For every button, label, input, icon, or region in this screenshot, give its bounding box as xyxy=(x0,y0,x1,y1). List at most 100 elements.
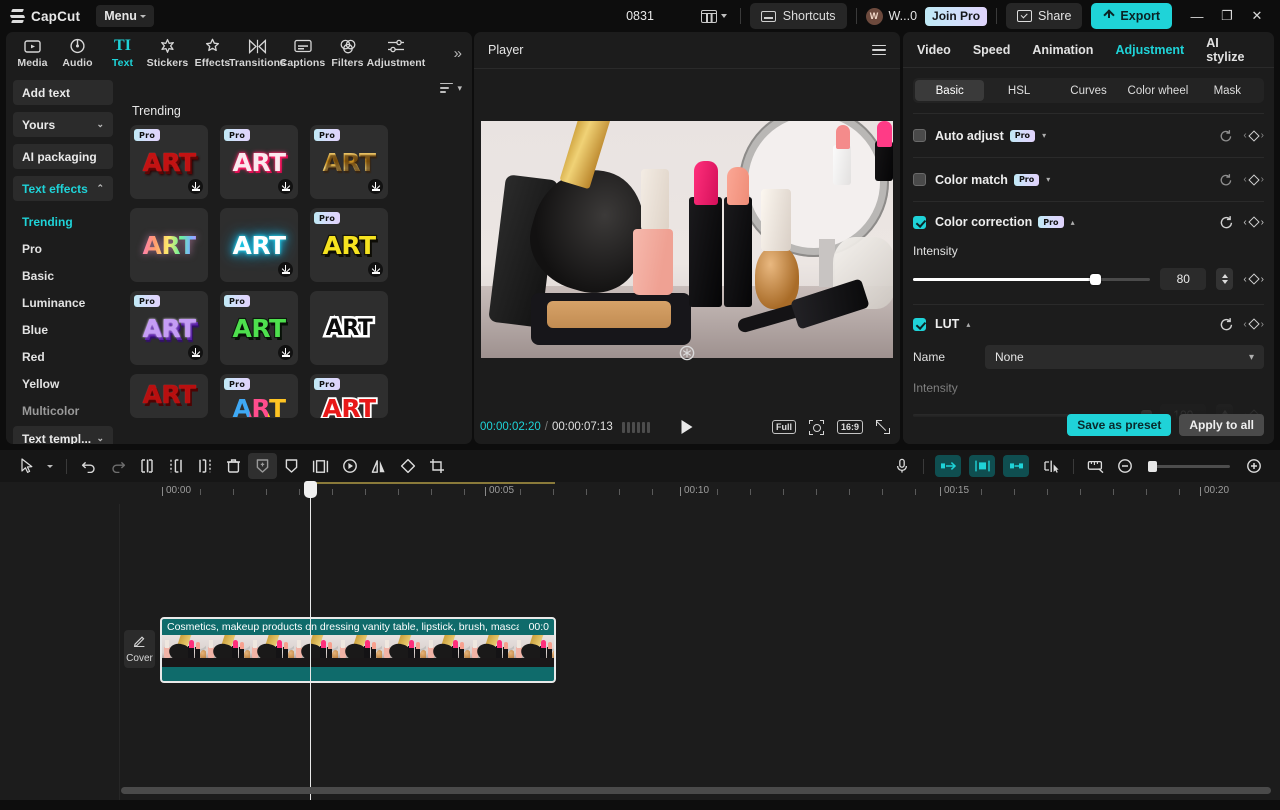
prev-keyframe-icon[interactable]: ‹ xyxy=(1243,130,1246,141)
sidebar-item-multicolor[interactable]: Multicolor xyxy=(13,397,113,424)
join-pro-button[interactable]: Join Pro xyxy=(925,7,987,26)
cover-button[interactable]: Cover xyxy=(124,630,155,668)
keyframe-icon[interactable] xyxy=(1248,273,1259,284)
export-button[interactable]: Export xyxy=(1091,3,1172,29)
save-as-preset-button[interactable]: Save as preset xyxy=(1067,414,1171,436)
rotate-clip-icon[interactable] xyxy=(393,453,422,479)
reverse-icon[interactable] xyxy=(335,453,364,479)
fullscreen-icon[interactable] xyxy=(876,420,890,434)
reset-icon[interactable] xyxy=(1219,173,1233,187)
subtab-curves[interactable]: Curves xyxy=(1054,80,1123,101)
download-icon[interactable] xyxy=(278,262,293,277)
chevron-down-icon[interactable]: ▾ xyxy=(457,83,462,94)
keyframe-icon[interactable] xyxy=(1248,130,1259,141)
effect-card-rainbow[interactable]: ART xyxy=(130,208,208,282)
download-icon[interactable] xyxy=(368,262,383,277)
tab-speed[interactable]: Speed xyxy=(973,43,1011,57)
next-keyframe-icon[interactable]: › xyxy=(1261,274,1264,285)
avatar[interactable]: W xyxy=(866,8,883,25)
select-cursor-icon[interactable] xyxy=(12,453,41,479)
keyframe-control[interactable]: ‹ › xyxy=(1243,174,1264,185)
tab-text[interactable]: TI Text xyxy=(100,37,145,69)
crop-icon[interactable] xyxy=(422,453,451,479)
prev-keyframe-icon[interactable]: ‹ xyxy=(1243,319,1246,330)
download-icon[interactable] xyxy=(188,179,203,194)
chevron-down-icon[interactable]: ▾ xyxy=(1042,131,1046,140)
tab-adjustment[interactable]: Adjustment xyxy=(370,37,422,69)
effect-card-red-3d[interactable]: Pro ART xyxy=(130,125,208,199)
effect-card-green[interactable]: Pro ART xyxy=(220,291,298,365)
ruler-zoom-icon[interactable] xyxy=(1081,453,1110,479)
reset-icon[interactable] xyxy=(1219,129,1233,143)
subtab-basic[interactable]: Basic xyxy=(915,80,984,101)
timeline-area[interactable]: 00:00 00:05 00:10 00:15 00:20 xyxy=(0,482,1280,800)
effect-card-yellow[interactable]: Pro ART xyxy=(310,208,388,282)
flip-icon[interactable] xyxy=(364,453,393,479)
sidebar-item-pro[interactable]: Pro xyxy=(13,235,113,262)
microphone-icon[interactable] xyxy=(887,453,916,479)
chevron-down-icon[interactable]: ▾ xyxy=(1046,175,1050,184)
tab-stickers[interactable]: Stickers xyxy=(145,37,190,69)
minimize-button[interactable]: — xyxy=(1182,2,1212,30)
ai-packaging-category[interactable]: AI packaging xyxy=(13,144,113,169)
prev-keyframe-icon[interactable]: ‹ xyxy=(1243,217,1246,228)
sidebar-item-red[interactable]: Red xyxy=(13,343,113,370)
subtab-hsl[interactable]: HSL xyxy=(984,80,1053,101)
tab-captions[interactable]: Captions xyxy=(280,37,325,69)
zoom-slider-handle[interactable] xyxy=(1148,461,1157,472)
redo-icon[interactable] xyxy=(103,453,132,479)
tab-video[interactable]: Video xyxy=(917,43,951,57)
apply-to-all-button[interactable]: Apply to all xyxy=(1179,414,1264,436)
sidebar-item-luminance[interactable]: Luminance xyxy=(13,289,113,316)
maximize-button[interactable]: ❐ xyxy=(1212,2,1242,30)
sidebar-item-blue[interactable]: Blue xyxy=(13,316,113,343)
next-keyframe-icon[interactable]: › xyxy=(1261,217,1264,228)
shortcuts-button[interactable]: Shortcuts xyxy=(750,3,847,29)
keyframe-icon[interactable] xyxy=(1248,216,1259,227)
timeline-clip[interactable]: Cosmetics, makeup products on dressing v… xyxy=(160,617,556,683)
keyframe-control[interactable]: ‹ › xyxy=(1243,319,1264,330)
zoom-in-icon[interactable] xyxy=(1239,453,1268,479)
timeline-horizontal-scrollbar[interactable] xyxy=(121,787,1271,794)
share-button[interactable]: Share xyxy=(1006,3,1082,29)
menu-button[interactable]: Menu xyxy=(96,5,154,27)
reset-icon[interactable] xyxy=(1219,317,1233,331)
playhead[interactable] xyxy=(310,482,311,800)
auto-cut-center-icon[interactable] xyxy=(969,455,995,477)
effect-card-pink-white[interactable]: Pro ART xyxy=(220,125,298,199)
keyframe-control[interactable]: ‹ › xyxy=(1243,217,1264,228)
effect-card-gold[interactable]: Pro ART xyxy=(310,125,388,199)
sidebar-item-trending[interactable]: Trending xyxy=(13,208,113,235)
next-keyframe-icon[interactable]: › xyxy=(1261,130,1264,141)
next-keyframe-icon[interactable]: › xyxy=(1261,174,1264,185)
effect-card-multicolor[interactable]: Pro ART xyxy=(220,374,298,418)
keyframe-icon[interactable] xyxy=(1248,174,1259,185)
zoom-slider[interactable] xyxy=(1148,465,1230,468)
effect-card-red-outline[interactable]: Pro ART xyxy=(310,374,388,418)
trim-left-icon[interactable] xyxy=(161,453,190,479)
download-icon[interactable] xyxy=(368,179,383,194)
cursor-dropdown-icon[interactable] xyxy=(41,453,59,479)
delete-icon[interactable] xyxy=(219,453,248,479)
download-icon[interactable] xyxy=(278,179,293,194)
tab-animation[interactable]: Animation xyxy=(1032,43,1093,57)
keyframe-control[interactable]: ‹ › xyxy=(1243,130,1264,141)
sidebar-item-yellow[interactable]: Yellow xyxy=(13,370,113,397)
lut-checkbox[interactable] xyxy=(913,318,926,331)
video-preview[interactable] xyxy=(481,121,893,358)
chevron-up-icon[interactable]: ▴ xyxy=(966,320,970,329)
download-icon[interactable] xyxy=(188,345,203,360)
intensity-slider[interactable] xyxy=(913,278,1150,281)
close-button[interactable]: ✕ xyxy=(1242,2,1272,30)
hamburger-icon[interactable] xyxy=(872,45,886,56)
prev-keyframe-icon[interactable]: ‹ xyxy=(1243,274,1246,285)
color-match-checkbox[interactable] xyxy=(913,173,926,186)
freeze-icon[interactable] xyxy=(248,453,277,479)
effect-card-black-white[interactable]: ART xyxy=(310,291,388,365)
filter-sort-icon[interactable] xyxy=(440,83,453,94)
more-tabs-icon[interactable]: » xyxy=(454,45,468,62)
aspect-ratio-button[interactable]: 16:9 xyxy=(837,420,863,434)
sidebar-item-basic[interactable]: Basic xyxy=(13,262,113,289)
keyframe-icon[interactable] xyxy=(1248,318,1259,329)
timeline-ruler[interactable]: 00:00 00:05 00:10 00:15 00:20 xyxy=(0,482,1280,504)
